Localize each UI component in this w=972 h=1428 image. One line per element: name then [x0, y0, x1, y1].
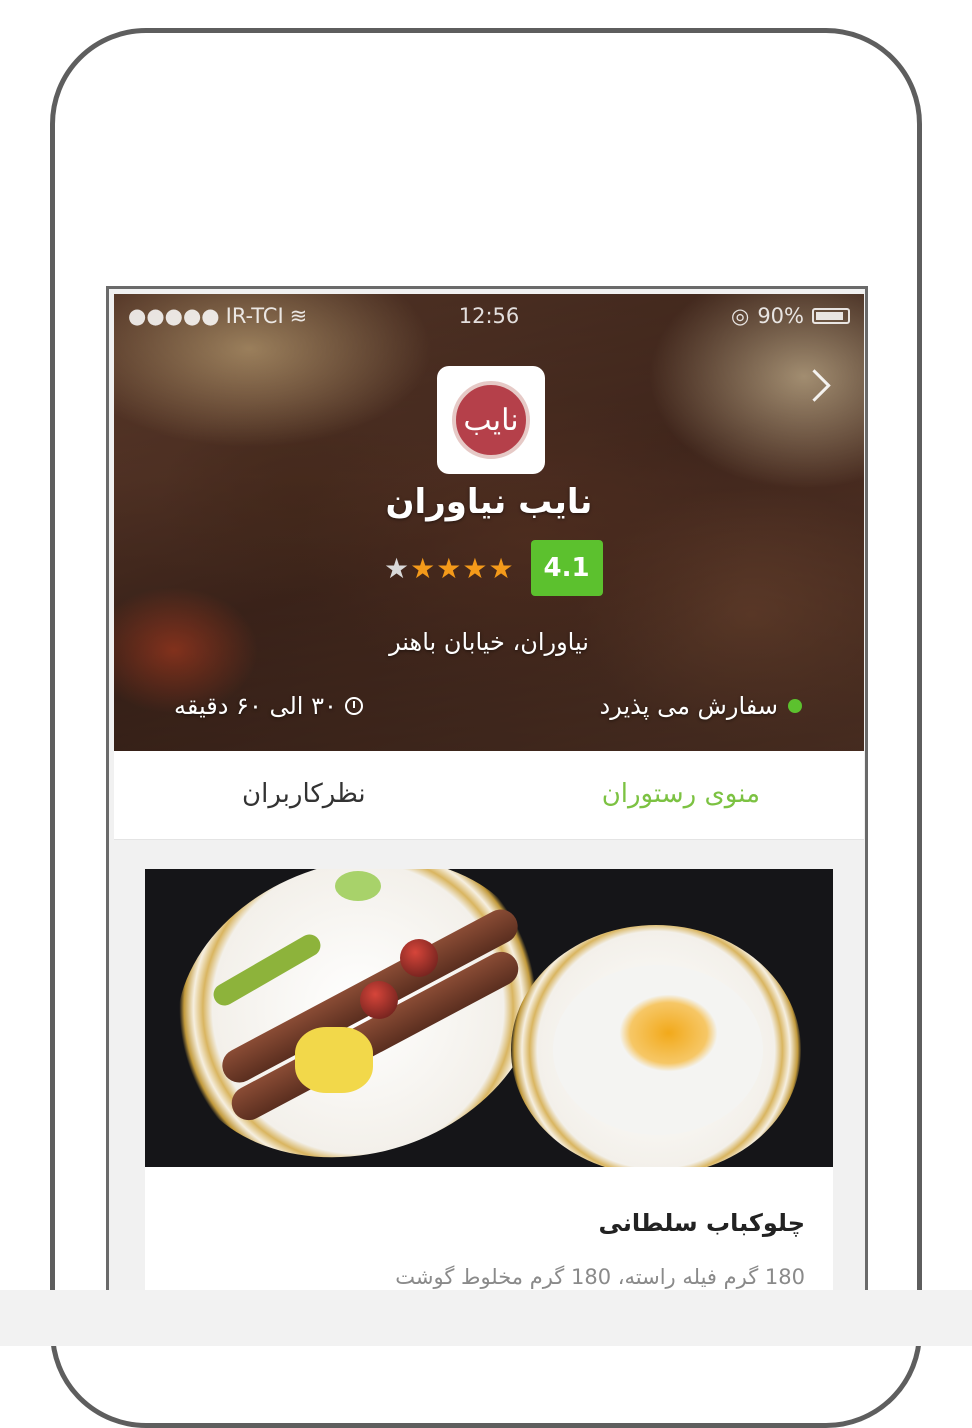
tab-bar: منوی رستوران نظرکاربران [114, 751, 864, 840]
tab-user-reviews[interactable]: نظرکاربران [242, 779, 366, 809]
star-icon: ★ [410, 551, 437, 585]
lock-rotation-icon: ◎ [730, 304, 750, 328]
delivery-time: ۳۰ الی ۶۰ دقیقه [174, 692, 363, 720]
logo-mark: نایب [452, 381, 530, 459]
delivery-time-text: ۳۰ الی ۶۰ دقیقه [174, 692, 337, 720]
rating-badge: 4.1 [530, 540, 603, 596]
grilled-tomato [360, 981, 398, 1019]
restaurant-address: نیاوران، خیابان باهنر [389, 628, 589, 656]
menu-item-card[interactable]: چلوکباب سلطانی 180 گرم فیله راسته، 180 گ… [145, 869, 833, 1346]
menu-item-description: 180 گرم فیله راسته، 180 گرم مخلوط گوشت [395, 1265, 805, 1289]
battery-percent: 90% [757, 304, 804, 328]
star-rating: ★★★★★ [384, 552, 515, 585]
rating-row: ★★★★★ 4.1 [384, 540, 603, 596]
order-status-text: سفارش می پذیرد [599, 692, 778, 720]
restaurant-name: نایب نیاوران [385, 482, 593, 522]
bottom-fade [0, 1290, 972, 1346]
star-icon: ★ [462, 551, 489, 585]
restaurant-header: ●●●●● IR-TCI ≋ 12:56 ◎ 90% نایب نایب نیا… [114, 294, 864, 751]
star-icon: ★ [384, 551, 411, 585]
butter [295, 1027, 373, 1093]
header-overlay [114, 294, 864, 751]
grilled-tomato [400, 939, 438, 977]
battery-icon [812, 308, 850, 324]
menu-item-image [145, 869, 833, 1167]
tab-restaurant-menu[interactable]: منوی رستوران [602, 779, 760, 809]
clock-icon [344, 697, 363, 715]
app-screen: ●●●●● IR-TCI ≋ 12:56 ◎ 90% نایب نایب نیا… [106, 286, 868, 1346]
saffron-rice [553, 965, 763, 1135]
order-status: سفارش می پذیرد [600, 692, 802, 720]
status-right: ◎ 90% [731, 304, 850, 328]
restaurant-logo: نایب [437, 366, 545, 474]
star-icon: ★ [488, 551, 515, 585]
menu-item-title: چلوکباب سلطانی [598, 1209, 805, 1237]
status-bar: ●●●●● IR-TCI ≋ 12:56 ◎ 90% [114, 302, 864, 334]
status-dot-icon [788, 699, 802, 713]
lime [335, 871, 381, 901]
star-icon: ★ [436, 551, 463, 585]
